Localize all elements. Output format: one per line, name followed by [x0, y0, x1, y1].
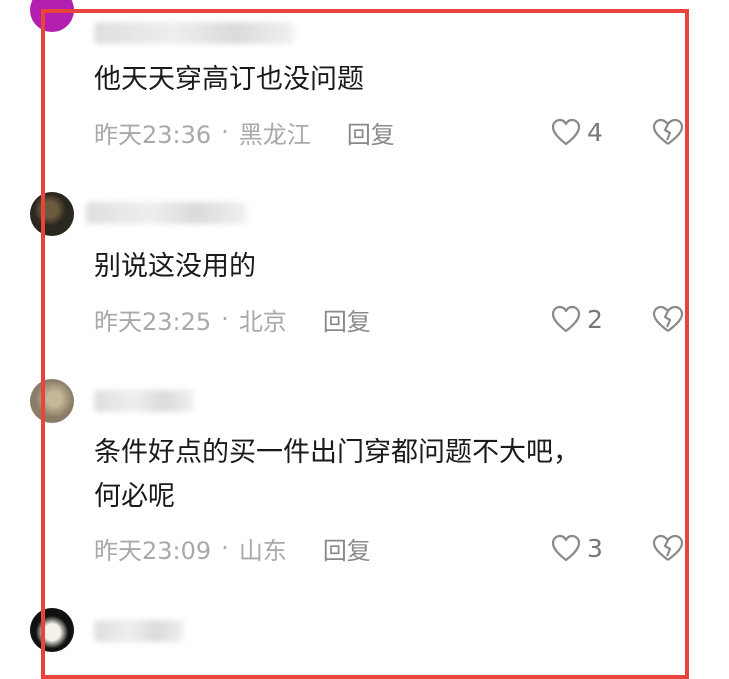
- username-blurred[interactable]: [94, 22, 294, 44]
- comment-time: 昨天23:36: [94, 120, 212, 149]
- comment-text: 条件好点的买一件出门穿都问题不大吧， 何必呢: [94, 431, 674, 519]
- avatar[interactable]: [30, 608, 74, 652]
- heart-icon: [551, 534, 581, 562]
- avatar[interactable]: [30, 379, 74, 423]
- like-count: 3: [587, 533, 603, 563]
- comment-meta: 昨天23:25 · 北京 回复: [94, 301, 371, 337]
- meta-separator: ·: [221, 534, 229, 562]
- broken-heart-icon: [652, 305, 684, 332]
- comment-location: 黑龙江: [238, 120, 311, 149]
- comment-text: 他天天穿高订也没问题: [94, 64, 364, 95]
- dislike-button[interactable]: [652, 114, 684, 150]
- comment-text-line: 何必呢: [94, 481, 175, 512]
- reply-button[interactable]: 回复: [347, 115, 395, 150]
- broken-heart-icon: [652, 534, 684, 561]
- comment-time: 昨天23:09: [94, 536, 212, 565]
- meta-separator: ·: [221, 305, 229, 333]
- dislike-button[interactable]: [652, 530, 684, 566]
- dislike-button[interactable]: [652, 301, 684, 337]
- like-button[interactable]: 3: [551, 530, 603, 566]
- like-count: 4: [587, 117, 603, 147]
- heart-icon: [551, 305, 581, 333]
- like-button[interactable]: 2: [551, 301, 603, 337]
- comment-location: 北京: [238, 307, 287, 336]
- comment-meta: 昨天23:09 · 山东 回复: [94, 530, 371, 566]
- comment-text-line: 条件好点的买一件出门穿都问题不大吧，: [94, 437, 580, 468]
- meta-separator: ·: [221, 118, 229, 146]
- heart-icon: [551, 118, 581, 146]
- username-blurred[interactable]: [94, 620, 184, 642]
- avatar[interactable]: [30, 192, 74, 236]
- highlight-frame: [41, 9, 689, 679]
- like-button[interactable]: 4: [551, 114, 603, 150]
- comment-time: 昨天23:25: [94, 307, 212, 336]
- comment-meta: 昨天23:36 · 黑龙江 回复: [94, 114, 395, 150]
- broken-heart-icon: [652, 118, 684, 145]
- reply-button[interactable]: 回复: [323, 531, 371, 566]
- avatar[interactable]: [30, 0, 74, 32]
- like-count: 2: [587, 304, 603, 334]
- comment-location: 山东: [238, 536, 287, 565]
- username-blurred[interactable]: [86, 202, 246, 224]
- comment-text: 别说这没用的: [94, 251, 256, 282]
- username-blurred[interactable]: [94, 390, 194, 412]
- reply-button[interactable]: 回复: [323, 302, 371, 337]
